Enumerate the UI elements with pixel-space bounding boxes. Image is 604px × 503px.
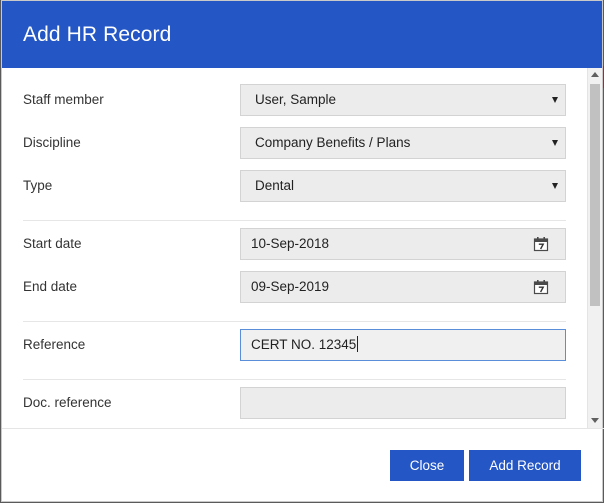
discipline-select[interactable]: Company Benefits / Plans [240,127,566,159]
dialog-header: Add HR Record [2,1,602,68]
type-select[interactable]: Dental [240,170,566,202]
start-date-row: Start date 10-Sep-2018 [2,228,587,260]
dialog-body: Staff member User, Sample Discipline Com… [2,68,587,428]
scrollbar-thumb[interactable] [590,84,600,306]
chevron-down-icon [552,97,558,103]
divider [23,379,566,380]
dialog-footer: Close Add Record [2,428,604,503]
end-date-input[interactable]: 09-Sep-2019 [240,271,566,303]
dialog-title: Add HR Record [23,22,172,46]
divider [23,321,566,322]
start-date-input[interactable]: 10-Sep-2018 [240,228,566,260]
close-button[interactable]: Close [390,450,464,481]
add-hr-record-dialog: Add HR Record Staff member User, Sample … [1,0,604,503]
reference-label: Reference [23,337,86,352]
scroll-up-icon[interactable] [591,72,599,77]
type-label: Type [23,178,53,193]
staff-member-select[interactable]: User, Sample [240,84,566,116]
discipline-value: Company Benefits / Plans [255,135,411,150]
reference-row: Reference CERT NO. 12345 [2,329,587,361]
staff-member-row: Staff member User, Sample [2,84,587,116]
divider [23,220,566,221]
end-date-row: End date 09-Sep-2019 [2,271,587,303]
add-record-button[interactable]: Add Record [469,450,581,481]
discipline-row: Discipline Company Benefits / Plans [2,127,587,159]
discipline-label: Discipline [23,135,81,150]
type-value: Dental [255,178,295,193]
type-row: Type Dental [2,170,587,202]
end-date-label: End date [23,279,78,294]
end-date-value: 09-Sep-2019 [251,279,330,294]
staff-member-label: Staff member [23,92,104,107]
doc-reference-label: Doc. reference [23,395,112,410]
staff-member-value: User, Sample [255,92,337,107]
doc-reference-input[interactable] [240,387,566,419]
chevron-down-icon [552,183,558,189]
start-date-label: Start date [23,236,82,251]
calendar-icon[interactable] [533,279,549,295]
scroll-down-icon[interactable] [591,418,599,423]
start-date-value: 10-Sep-2018 [251,236,330,251]
calendar-icon[interactable] [533,236,549,252]
reference-value: CERT NO. 12345 [251,337,357,352]
chevron-down-icon [552,140,558,146]
scrollbar[interactable] [587,68,602,428]
reference-input[interactable]: CERT NO. 12345 [240,329,566,361]
doc-reference-row: Doc. reference [2,387,587,419]
text-cursor [357,336,359,352]
